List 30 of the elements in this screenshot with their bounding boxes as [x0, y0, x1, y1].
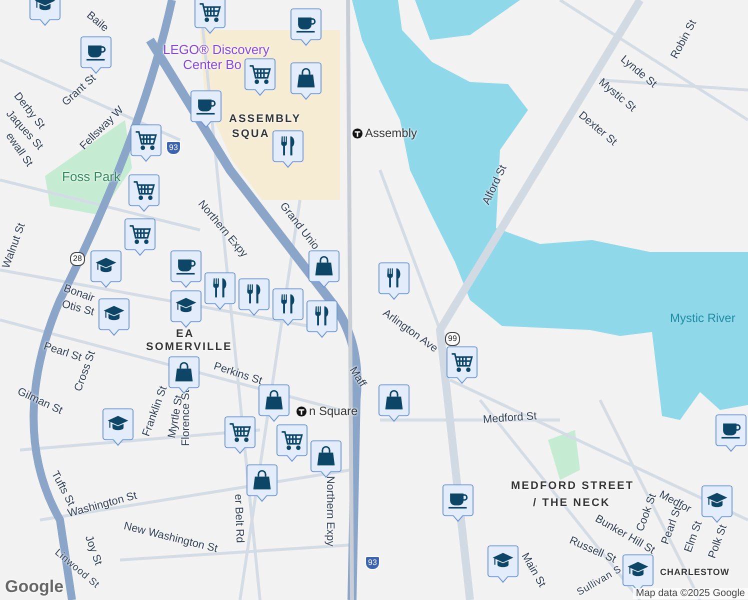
place-label: LEGO® Discovery [163, 43, 270, 58]
street-label: Alford St [480, 163, 510, 207]
interstate-shield: 93 [365, 556, 380, 570]
district-label: / THE NECK [533, 497, 610, 510]
route-shield: 28 [70, 252, 85, 266]
street-label: Medford St [482, 410, 538, 426]
interstate-shield: 93 [166, 141, 181, 155]
district-label: SQUA [232, 128, 270, 140]
place-label: Center Bo [183, 58, 242, 72]
district-label: ASSEMBLY [229, 113, 302, 126]
district-label: SOMERVILLE [146, 341, 232, 354]
street-label: er Belt Rd [232, 494, 246, 544]
route-shield: 99 [445, 332, 460, 346]
station-label[interactable]: n Square [296, 405, 358, 418]
park-label: Foss Park [62, 170, 121, 184]
station-name: Assembly [365, 127, 418, 140]
river-label: Mystic River [670, 312, 736, 326]
google-logo[interactable]: Google [5, 577, 64, 597]
street-label: Pearl St [42, 340, 84, 364]
district-label: CHARLESTOW [660, 568, 730, 578]
street-label: Elm St [682, 520, 705, 554]
street-label: Perkins St [212, 360, 264, 388]
district-label: MEDFORD STREET [511, 480, 634, 492]
street-label: Polk St [706, 523, 730, 560]
station-name: n Square [309, 405, 358, 418]
map-attribution: Map data ©2025 Google [632, 588, 748, 599]
street-label: Cook St [634, 492, 660, 534]
street-label: Northern Expy [324, 476, 336, 546]
station-label[interactable]: Assembly [352, 127, 418, 140]
district-label: EA [176, 328, 194, 340]
